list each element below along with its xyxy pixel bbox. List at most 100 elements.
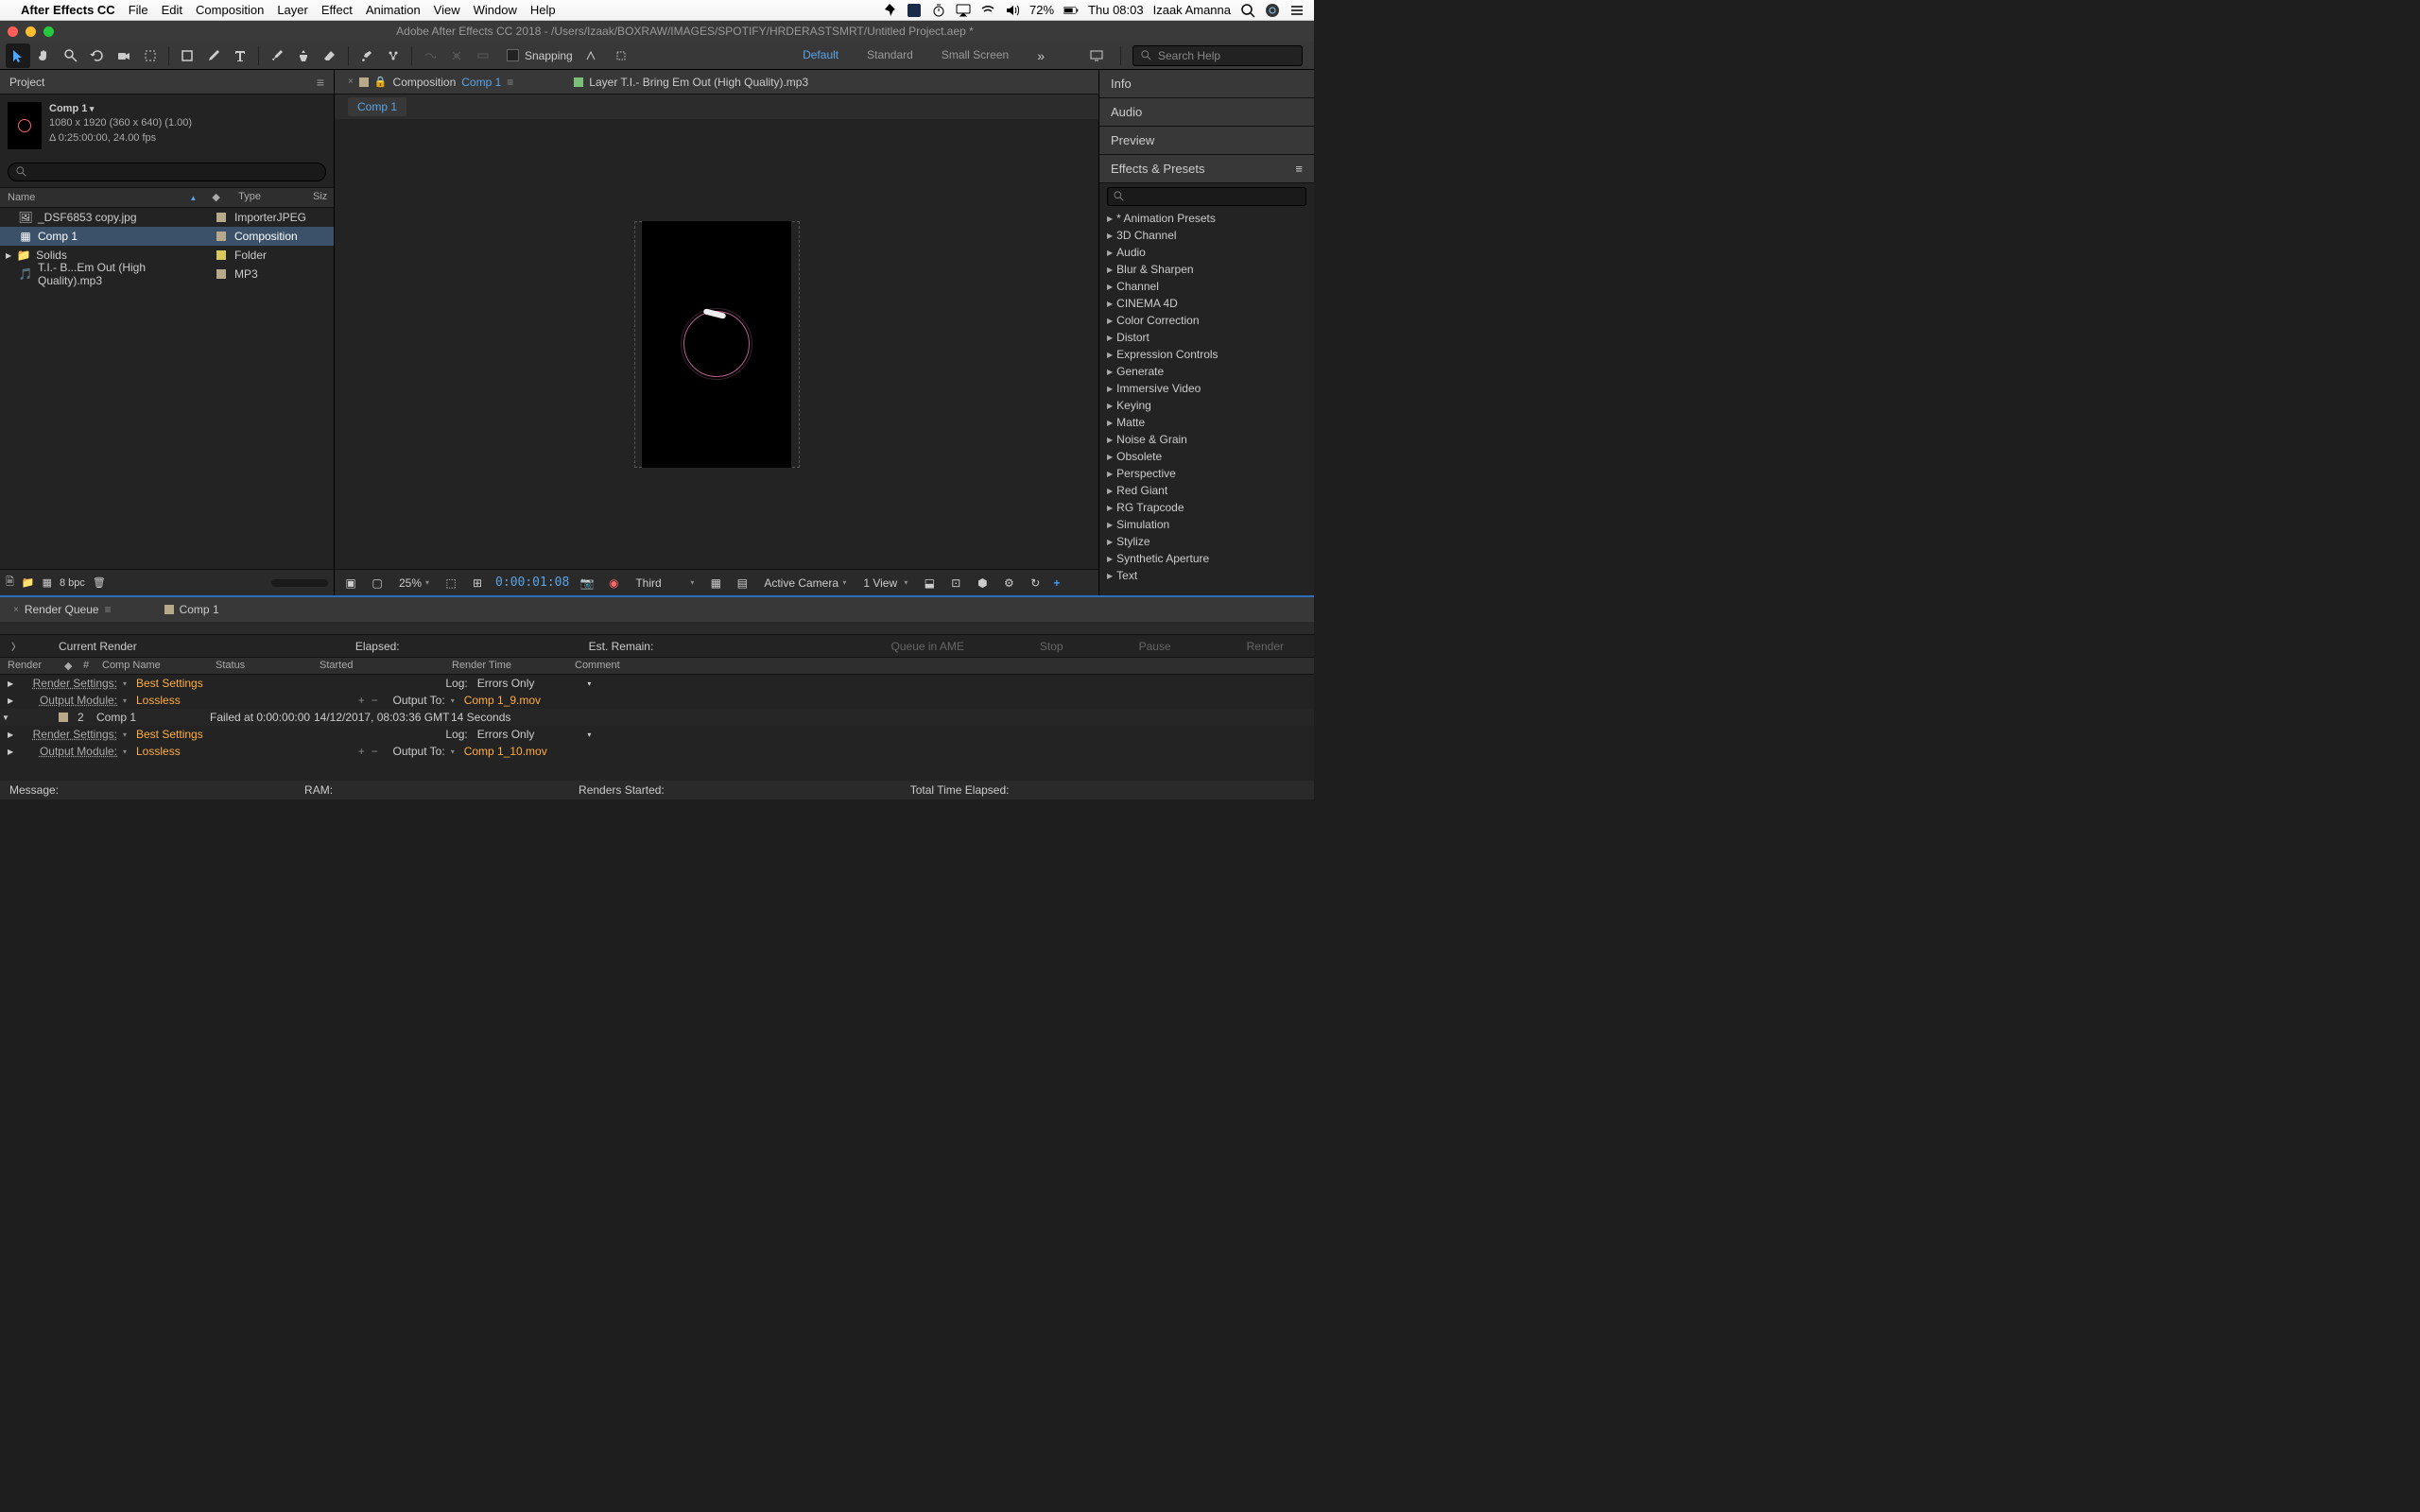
rectangle-tool[interactable]	[175, 43, 199, 68]
chevron-down-icon[interactable]: ▾	[123, 696, 136, 705]
notifications-icon[interactable]	[1289, 3, 1305, 18]
app-name[interactable]: After Effects CC	[21, 3, 115, 17]
grid-icon[interactable]: ⊞	[469, 575, 486, 592]
effects-category[interactable]: ▶Color Correction	[1099, 312, 1314, 329]
eraser-tool[interactable]	[318, 43, 342, 68]
menu-window[interactable]: Window	[474, 3, 517, 17]
rq-header-started[interactable]: Started	[312, 658, 444, 674]
viewer-tab-layer[interactable]: Layer T.I.- Bring Em Out (High Quality).…	[566, 71, 816, 94]
menu-help[interactable]: Help	[530, 3, 556, 17]
comp-name[interactable]: Comp 1	[49, 102, 192, 116]
project-item[interactable]: 🎵T.I.- B...Em Out (High Quality).mp3MP3	[0, 265, 334, 284]
rq-header-status[interactable]: Status	[208, 658, 312, 674]
zoom-dropdown[interactable]: 25%▾	[395, 576, 433, 590]
disclosure-icon[interactable]: 〉	[11, 639, 21, 653]
disclosure-icon[interactable]: ▶	[8, 730, 19, 739]
effects-category[interactable]: ▶RG Trapcode	[1099, 499, 1314, 516]
header-tag-icon[interactable]: ◆	[204, 188, 231, 207]
bpc-label[interactable]: 8 bpc	[60, 577, 85, 589]
type-tool[interactable]	[228, 43, 252, 68]
project-panel-header[interactable]: Project ≡	[0, 70, 334, 94]
zoom-tool[interactable]	[59, 43, 83, 68]
workspace-standard[interactable]: Standard	[867, 48, 913, 63]
stop-button[interactable]: Stop	[1021, 640, 1082, 653]
panel-preview[interactable]: Preview	[1099, 127, 1314, 155]
airplay-icon[interactable]	[956, 3, 971, 18]
effects-category[interactable]: ▶3D Channel	[1099, 227, 1314, 244]
menu-layer[interactable]: Layer	[277, 3, 308, 17]
remove-output-icon[interactable]: −	[372, 745, 385, 758]
menu-edit[interactable]: Edit	[162, 3, 182, 17]
effects-category[interactable]: ▶Immersive Video	[1099, 380, 1314, 397]
spotlight-icon[interactable]	[1240, 3, 1255, 18]
header-name[interactable]: Name▲	[0, 188, 204, 207]
chevron-down-icon[interactable]: ▾	[123, 747, 136, 756]
clone-stamp-tool[interactable]	[291, 43, 316, 68]
snap-option-1[interactable]	[579, 43, 603, 68]
output-to-value[interactable]: Comp 1_9.mov	[464, 694, 541, 707]
effects-category[interactable]: ▶* Animation Presets	[1099, 210, 1314, 227]
menu-file[interactable]: File	[129, 3, 148, 17]
effects-category[interactable]: ▶Obsolete	[1099, 448, 1314, 465]
panel-menu-icon[interactable]: ≡	[1295, 162, 1303, 176]
vf-icon-3[interactable]: ⬢	[974, 575, 991, 592]
header-type[interactable]: Type	[231, 188, 305, 207]
panel-effects-presets[interactable]: Effects & Presets ≡	[1099, 155, 1314, 183]
timecode[interactable]: 0:00:01:08	[495, 576, 569, 590]
viewer-tab-composition[interactable]: × 🔒 Composition Comp 1 ≡	[340, 71, 521, 94]
resolution-dropdown[interactable]: Third▾	[631, 576, 698, 590]
workspace-default[interactable]: Default	[803, 48, 838, 63]
wifi-icon[interactable]	[980, 3, 995, 18]
effects-category[interactable]: ▶Expression Controls	[1099, 346, 1314, 363]
volume-icon[interactable]	[1005, 3, 1020, 18]
effects-category[interactable]: ▶Channel	[1099, 278, 1314, 295]
project-slider[interactable]	[271, 579, 328, 587]
chevron-down-icon[interactable]: ▾	[123, 679, 136, 688]
rq-header-tag[interactable]: ◆	[57, 658, 76, 674]
snapping-checkbox[interactable]	[507, 49, 519, 61]
delete-icon[interactable]: 🗑	[93, 576, 106, 589]
effects-category[interactable]: ▶Text	[1099, 567, 1314, 584]
minimize-window-button[interactable]	[26, 26, 36, 37]
zoom-window-button[interactable]	[43, 26, 54, 37]
output-to-value[interactable]: Comp 1_10.mov	[464, 745, 547, 758]
effects-category[interactable]: ▶Blur & Sharpen	[1099, 261, 1314, 278]
siri-icon[interactable]	[1265, 3, 1280, 18]
always-preview-icon[interactable]: ▣	[342, 575, 359, 592]
disclosure-icon[interactable]: ▶	[8, 696, 19, 705]
effects-category[interactable]: ▶Audio	[1099, 244, 1314, 261]
add-output-icon[interactable]: +	[358, 745, 372, 758]
effects-category[interactable]: ▶Synthetic Aperture	[1099, 550, 1314, 567]
camera-dropdown[interactable]: Active Camera▾	[760, 576, 850, 590]
render-queue-tab[interactable]: × Render Queue ≡	[6, 603, 119, 616]
effects-category[interactable]: ▶Red Giant	[1099, 482, 1314, 499]
render-settings-label[interactable]: Render Settings:	[19, 728, 123, 741]
output-module-value[interactable]: Lossless	[136, 694, 181, 707]
add-icon[interactable]: +	[1053, 576, 1060, 590]
remove-output-icon[interactable]: −	[372, 694, 385, 707]
tag-swatch[interactable]	[216, 269, 226, 279]
effects-search-input[interactable]	[1107, 187, 1306, 206]
selection-tool[interactable]	[6, 43, 30, 68]
mesh-tool-3[interactable]	[471, 43, 495, 68]
snap-option-2[interactable]	[609, 43, 633, 68]
app-status-icon[interactable]	[907, 3, 922, 18]
chevron-down-icon[interactable]: ▾	[123, 730, 136, 739]
rotation-tool[interactable]	[85, 43, 110, 68]
composition-canvas[interactable]	[335, 119, 1098, 569]
chevron-down-icon[interactable]: ▾	[451, 696, 464, 705]
clock[interactable]: Thu 08:03	[1088, 3, 1144, 17]
pan-behind-tool[interactable]	[138, 43, 163, 68]
panel-menu-icon[interactable]: ≡	[317, 75, 324, 90]
vf-icon-4[interactable]: ⚙	[1000, 575, 1017, 592]
view-dropdown[interactable]: 1 View▾	[859, 576, 911, 590]
location-icon[interactable]	[882, 3, 897, 18]
tab-menu-icon[interactable]: ≡	[507, 76, 513, 89]
header-size[interactable]: Siz	[305, 188, 334, 207]
render-button[interactable]: Render	[1228, 640, 1303, 653]
pen-tool[interactable]	[201, 43, 226, 68]
disclosure-icon[interactable]: ▼	[2, 713, 13, 722]
pause-button[interactable]: Pause	[1120, 640, 1190, 653]
output-module-value[interactable]: Lossless	[136, 745, 181, 758]
effects-category[interactable]: ▶Noise & Grain	[1099, 431, 1314, 448]
